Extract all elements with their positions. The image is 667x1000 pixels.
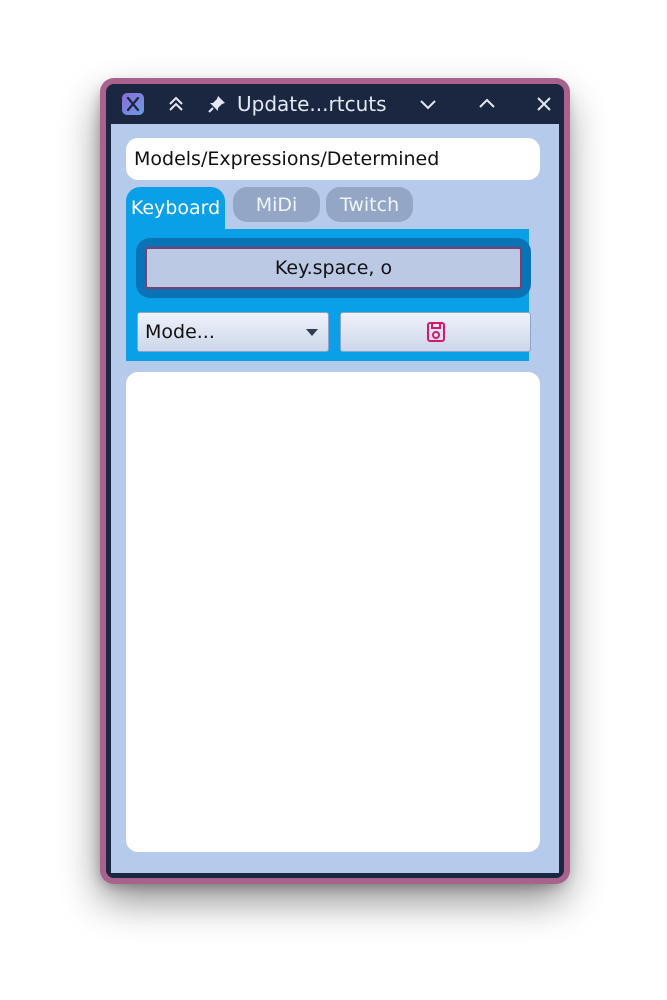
shortcut-capture-button[interactable]: Key.space, o — [145, 247, 522, 289]
save-button[interactable] — [340, 312, 531, 352]
mode-selected-value: Mode... — [145, 321, 215, 343]
app-window: Update...rtcuts Models/Expressions/Deter… — [100, 78, 570, 884]
double-chevron-up-icon — [169, 96, 183, 111]
window-body: Update...rtcuts Models/Expressions/Deter… — [106, 84, 564, 878]
window-title: Update...rtcuts — [237, 92, 387, 116]
tab-keyboard[interactable]: Keyboard — [126, 187, 225, 229]
tab-midi[interactable]: MiDi — [233, 187, 320, 222]
shortcut-label: Key.space, o — [274, 257, 393, 279]
app-x-icon — [122, 93, 144, 115]
pin-icon — [208, 96, 225, 113]
app-menu-button[interactable] — [113, 84, 153, 124]
maximize-button[interactable] — [467, 84, 507, 124]
chevron-down-icon — [420, 100, 436, 110]
mode-dropdown[interactable]: Mode... — [137, 312, 329, 352]
tab-label: Twitch — [339, 193, 400, 216]
shortcut-list[interactable] — [126, 372, 540, 852]
tab-label: MiDi — [255, 193, 298, 216]
keep-above-button[interactable] — [156, 84, 196, 124]
keyboard-panel: Key.space, o Mode... — [126, 229, 531, 361]
titlebar[interactable]: Update...rtcuts — [111, 84, 559, 124]
minimize-button[interactable] — [408, 84, 448, 124]
client-area: Models/Expressions/Determined Keyboard M… — [111, 124, 559, 873]
dropdown-arrow-icon — [306, 329, 318, 336]
tab-twitch[interactable]: Twitch — [326, 187, 413, 222]
close-button[interactable] — [524, 84, 564, 124]
tab-label: Keyboard — [130, 197, 221, 219]
path-input[interactable]: Models/Expressions/Determined — [126, 138, 540, 180]
save-disk-icon — [426, 322, 445, 342]
close-icon — [537, 97, 551, 111]
chevron-up-icon — [479, 98, 495, 108]
pin-button[interactable] — [197, 84, 237, 124]
shortcut-well: Key.space, o — [136, 238, 531, 298]
